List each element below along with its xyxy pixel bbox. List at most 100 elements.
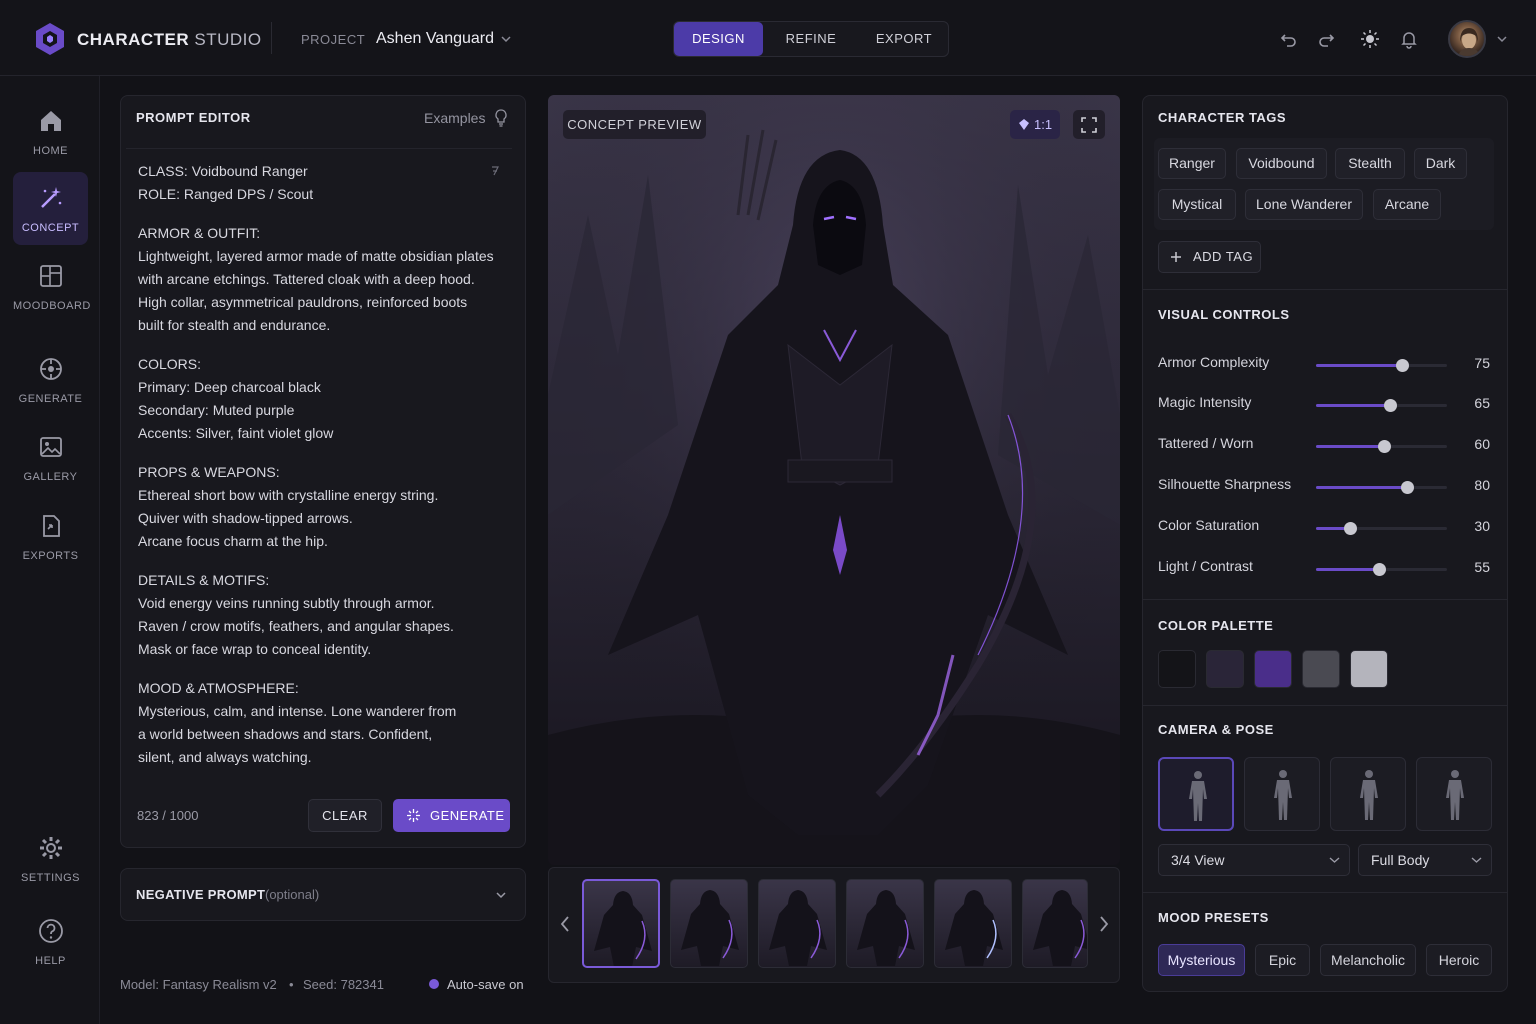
sidebar-item-settings[interactable]: SETTINGS	[13, 822, 88, 895]
slider-fill	[1316, 404, 1391, 407]
variation-thumbnail[interactable]	[846, 879, 924, 968]
sidebar-item-help[interactable]: HELP	[13, 905, 88, 978]
tag-chip[interactable]: Arcane	[1373, 189, 1441, 220]
home-icon	[41, 111, 61, 131]
lightbulb-icon[interactable]	[494, 109, 508, 127]
pose-option[interactable]	[1330, 757, 1406, 831]
sidebar-item-generate[interactable]: GENERATE	[13, 343, 88, 416]
fullscreen-button[interactable]	[1073, 110, 1105, 139]
add-tag-label: ADD TAG	[1193, 249, 1254, 264]
mode-export-tab[interactable]: EXPORT	[860, 22, 948, 56]
sidebar-item-exports[interactable]: EXPORTS	[13, 500, 88, 573]
magic-wand-icon	[41, 187, 62, 208]
slider-fill	[1316, 568, 1379, 571]
tag-chip[interactable]: Mystical	[1158, 189, 1236, 220]
export-icon	[43, 515, 60, 537]
theme-sun-icon[interactable]	[1360, 29, 1380, 49]
sidebar-item-home[interactable]: HOME	[13, 95, 88, 168]
undo-icon[interactable]	[1279, 29, 1299, 49]
variation-thumbnail[interactable]	[582, 879, 660, 968]
prompt-editor-title: PROMPT EDITOR	[136, 110, 251, 125]
divider	[1142, 289, 1508, 290]
seed-status: Seed: 782341	[303, 977, 384, 992]
pose-option[interactable]	[1158, 757, 1234, 831]
aspect-ratio-badge[interactable]: 1:1	[1010, 110, 1060, 139]
slider-handle[interactable]	[1372, 563, 1386, 576]
control-slider[interactable]	[1316, 522, 1447, 535]
control-slider[interactable]	[1316, 359, 1447, 372]
tag-chip[interactable]: Ranger	[1158, 148, 1226, 179]
variation-thumbnail[interactable]	[670, 879, 748, 968]
mode-refine-tab[interactable]: REFINE	[767, 22, 855, 56]
gem-icon	[1019, 119, 1029, 130]
user-avatar[interactable]	[1448, 20, 1486, 58]
pose-option[interactable]	[1416, 757, 1492, 831]
color-swatch[interactable]	[1350, 650, 1388, 688]
examples-link[interactable]: Examples	[424, 110, 485, 126]
figure-pose-icon	[1274, 770, 1292, 820]
sidebar-item-moodboard[interactable]: MOODBOARD	[13, 250, 90, 323]
expand-icon	[1081, 117, 1097, 133]
model-status: Model: Fantasy Realism v2	[120, 977, 277, 992]
mode-switcher: DESIGN REFINE EXPORT	[673, 21, 949, 57]
control-slider[interactable]	[1316, 440, 1447, 453]
sidebar-item-gallery[interactable]: GALLERY	[13, 421, 88, 494]
control-slider[interactable]	[1316, 481, 1447, 494]
sidebar-item-label: HOME	[33, 145, 68, 157]
pose-option[interactable]	[1244, 757, 1320, 831]
color-swatch[interactable]	[1254, 650, 1292, 688]
sparkle-icon	[407, 809, 420, 822]
app-brand: CHARACTER STUDIO	[77, 30, 262, 49]
variation-thumbnail[interactable]	[758, 879, 836, 968]
framing-select[interactable]: Full Body	[1358, 844, 1492, 876]
chevron-down-icon	[1329, 857, 1340, 863]
tag-chip[interactable]: Dark	[1414, 148, 1467, 179]
tag-chip[interactable]: Stealth	[1335, 148, 1405, 179]
divider	[1142, 892, 1508, 893]
hexagon-logo-icon	[36, 23, 64, 55]
project-selector[interactable]: Ashen Vanguard	[376, 30, 494, 48]
generate-button[interactable]: GENERATE	[393, 799, 510, 832]
divider	[1142, 599, 1508, 600]
sidebar-item-concept[interactable]: CONCEPT	[13, 172, 88, 245]
status-separator: •	[289, 977, 294, 992]
mood-preset-epic[interactable]: Epic	[1255, 944, 1310, 976]
control-slider[interactable]	[1316, 399, 1447, 412]
color-swatch[interactable]	[1158, 650, 1196, 688]
concept-preview-image[interactable]	[548, 95, 1120, 865]
tag-chip[interactable]: Voidbound	[1236, 148, 1327, 179]
mood-preset-melancholic[interactable]: Melancholic	[1320, 944, 1416, 976]
redo-icon[interactable]	[1316, 29, 1336, 49]
variation-thumbnail[interactable]	[1022, 879, 1088, 968]
color-swatch[interactable]	[1302, 650, 1340, 688]
divider	[1142, 705, 1508, 706]
negative-prompt-optional: (optional)	[265, 887, 320, 902]
slider-fill	[1316, 445, 1385, 448]
color-swatch[interactable]	[1206, 650, 1244, 688]
camera-view-value: 3/4 View	[1171, 852, 1225, 868]
slider-handle[interactable]	[1384, 399, 1398, 412]
prompt-section-class: CLASS: Voidbound Ranger ROLE: Ranged DPS…	[138, 163, 314, 202]
tag-chip[interactable]: Lone Wanderer	[1245, 189, 1363, 220]
control-value: 60	[1474, 436, 1490, 452]
clear-button[interactable]: CLEAR	[308, 799, 382, 832]
variation-thumbnail[interactable]	[934, 879, 1012, 968]
bell-icon[interactable]	[1399, 29, 1419, 49]
chevron-left-icon[interactable]	[559, 915, 571, 933]
chevron-down-icon[interactable]	[495, 890, 507, 900]
mood-preset-mysterious[interactable]: Mysterious	[1158, 944, 1245, 976]
camera-view-select[interactable]: 3/4 View	[1158, 844, 1350, 876]
image-icon	[40, 437, 62, 457]
chevron-down-icon[interactable]	[500, 34, 512, 44]
chevron-down-icon[interactable]	[1496, 34, 1508, 44]
slider-handle[interactable]	[1395, 359, 1409, 372]
divider	[271, 22, 272, 54]
sidebar-item-label: CONCEPT	[21, 222, 80, 234]
add-tag-button[interactable]: ADD TAG	[1158, 241, 1261, 273]
control-label: Color Saturation	[1158, 517, 1260, 533]
control-slider[interactable]	[1316, 563, 1447, 576]
sidebar-item-label: GENERATE	[18, 393, 83, 405]
chevron-right-icon[interactable]	[1098, 915, 1110, 933]
mode-design-tab[interactable]: DESIGN	[674, 22, 763, 56]
mood-preset-heroic[interactable]: Heroic	[1426, 944, 1492, 976]
